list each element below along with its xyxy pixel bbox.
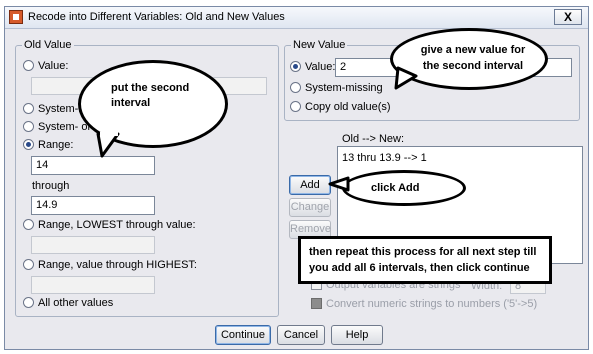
continue-button[interactable]: Continue xyxy=(215,325,271,345)
annotation-text: click Add xyxy=(371,182,420,194)
annotation-bubble-add: click Add xyxy=(342,170,466,206)
new-value-radio[interactable]: Value: xyxy=(290,61,335,73)
copy-old-values-radio[interactable]: Copy old value(s) xyxy=(290,101,391,113)
through-label: through xyxy=(32,180,70,192)
old-value-radio[interactable]: Value: xyxy=(23,60,68,72)
radio-circle-selected xyxy=(23,139,34,150)
range-label: Range: xyxy=(38,139,74,151)
new-value-legend: New Value xyxy=(291,39,348,51)
radio-circle xyxy=(23,297,34,308)
window-title: Recode into Different Variables: Old and… xyxy=(28,11,285,23)
convert-numeric-label: Convert numeric strings to numbers ('5'-… xyxy=(326,298,538,310)
new-system-missing-radio[interactable]: System-missing xyxy=(290,82,383,94)
copy-old-values-label: Copy old value(s) xyxy=(305,101,391,113)
list-item[interactable]: 13 thru 13.9 --> 1 xyxy=(342,152,427,164)
close-button[interactable]: X xyxy=(554,9,582,25)
old-value-label: Value: xyxy=(38,60,69,72)
range-to-field[interactable]: 14.9 xyxy=(31,196,155,215)
checkbox-box xyxy=(311,298,322,309)
add-button[interactable]: Add xyxy=(289,175,331,195)
title-bar: Recode into Different Variables: Old and… xyxy=(5,7,588,29)
radio-circle-selected xyxy=(290,61,301,72)
annotation-note-repeat: then repeat this process for all next st… xyxy=(298,236,552,284)
bubble-tail xyxy=(394,66,418,90)
range-highest-radio[interactable]: Range, value through HIGHEST: xyxy=(23,259,197,271)
cancel-button[interactable]: Cancel xyxy=(277,325,325,345)
new-value-label: Value: xyxy=(305,61,336,73)
all-other-values-radio[interactable]: All other values xyxy=(23,297,113,309)
radio-circle xyxy=(23,60,34,71)
bubble-tail xyxy=(328,176,350,192)
range-lowest-field[interactable] xyxy=(31,236,155,254)
app-icon xyxy=(9,10,23,24)
range-lowest-label: Range, LOWEST through value: xyxy=(38,219,196,231)
range-lowest-radio[interactable]: Range, LOWEST through value: xyxy=(23,219,196,231)
radio-circle xyxy=(290,101,301,112)
all-other-values-label: All other values xyxy=(38,297,114,309)
range-highest-label: Range, value through HIGHEST: xyxy=(38,259,197,271)
annotation-text: give a new value for the second interval xyxy=(420,44,526,72)
radio-circle xyxy=(23,121,34,132)
change-button[interactable]: Change xyxy=(289,198,331,217)
range-from-field[interactable]: 14 xyxy=(31,156,155,175)
old-value-legend: Old Value xyxy=(22,39,74,51)
range-radio[interactable]: Range: xyxy=(23,139,73,151)
range-highest-field[interactable] xyxy=(31,276,155,294)
radio-circle xyxy=(23,259,34,270)
convert-numeric-checkbox[interactable]: Convert numeric strings to numbers ('5'-… xyxy=(311,298,537,310)
radio-circle xyxy=(23,103,34,114)
annotation-text: put the second interval xyxy=(111,82,190,109)
radio-circle xyxy=(23,219,34,230)
old-new-label: Old --> New: xyxy=(342,133,405,145)
new-system-missing-label: System-missing xyxy=(305,82,383,94)
annotation-text: then repeat this process for all next st… xyxy=(309,246,537,274)
radio-circle xyxy=(290,82,301,93)
help-button[interactable]: Help xyxy=(331,325,383,345)
bubble-tail xyxy=(96,132,120,158)
